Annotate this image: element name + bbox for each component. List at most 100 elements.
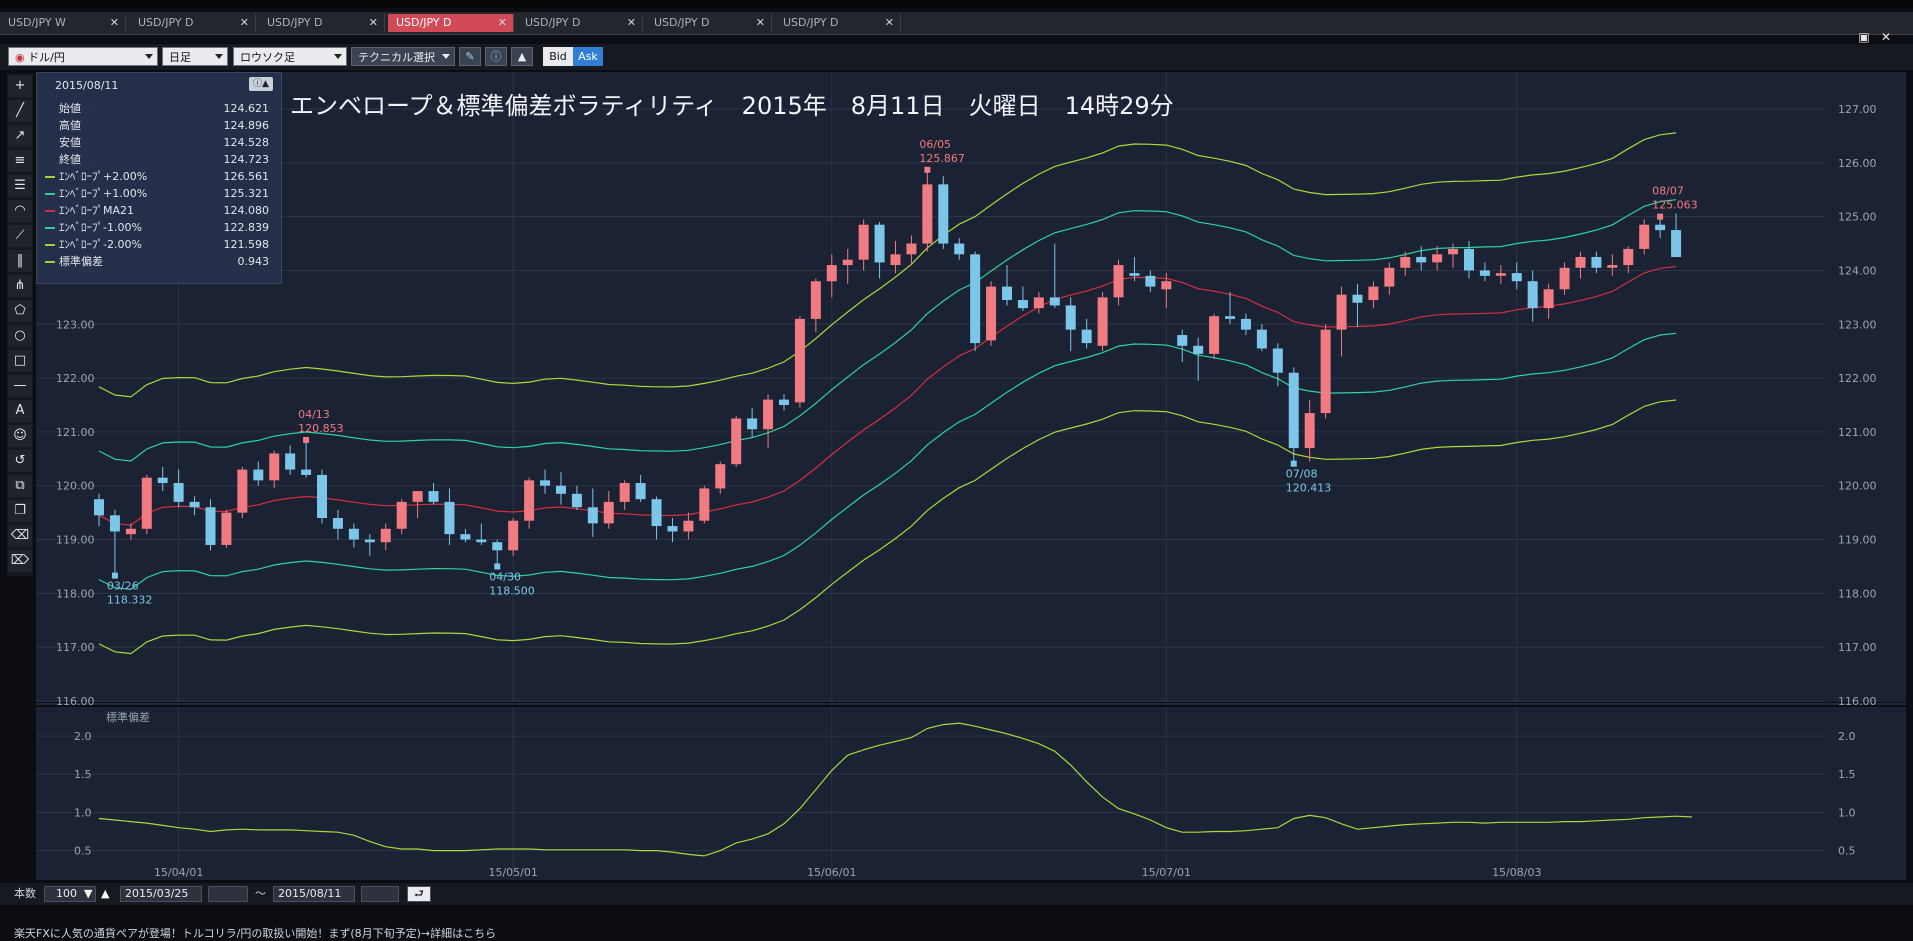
horizontal-line-icon[interactable]: ≡	[8, 150, 32, 172]
candle-body	[1655, 224, 1666, 231]
price-axis-label-right: 119.00	[1838, 534, 1877, 547]
candle-body	[635, 483, 646, 500]
pentagon-icon[interactable]: ⬠	[8, 300, 32, 322]
low-marker	[494, 563, 501, 570]
candle-body	[1559, 267, 1570, 290]
text-icon[interactable]: A	[8, 400, 32, 422]
candle-body	[1256, 329, 1267, 349]
close-icon[interactable]: ✕	[110, 14, 119, 32]
bid-button[interactable]: Bid	[543, 47, 573, 66]
candle-body	[1352, 294, 1363, 303]
legend-swatch	[45, 159, 55, 161]
annotation-value: 120.853	[298, 422, 344, 435]
legend-swatch	[45, 176, 55, 178]
news-ticker[interactable]: 楽天FXに人気の通貨ペアが登場！トルコリラ/円の取扱い開始！まず(8月下旬予定)…	[0, 926, 1913, 941]
candle-body	[1575, 257, 1586, 268]
candle-body	[986, 286, 997, 341]
to-date-field[interactable]: 2015/08/11	[273, 886, 355, 902]
chart-type-select[interactable]: ロウソク足	[233, 47, 347, 66]
stddev-panel-bg	[36, 707, 1906, 880]
undo-icon[interactable]: ↺	[8, 450, 32, 472]
tab-usdjpy-d[interactable]: USD/JPY D ✕	[259, 14, 385, 32]
tab-usdjpy-d-active[interactable]: USD/JPY D ✕	[388, 14, 514, 32]
circle-icon[interactable]: ○	[8, 325, 32, 347]
close-icon[interactable]: ✕	[885, 14, 894, 32]
vertical-lines-icon[interactable]: ‖	[8, 250, 32, 272]
ask-button[interactable]: Ask	[573, 47, 603, 66]
info-collapse-icon[interactable]: ⓘ▲	[249, 77, 273, 91]
currency-pair-select[interactable]: ◉ ドル/円	[8, 47, 158, 66]
candle-body	[571, 493, 582, 508]
count-value: 100	[56, 887, 77, 900]
price-axis-label-right: 124.00	[1838, 264, 1877, 277]
candle-body	[1225, 316, 1236, 319]
line-icon[interactable]: —	[8, 375, 32, 397]
from-date-field[interactable]: 2015/03/25	[120, 886, 202, 902]
tab-usdjpy-d[interactable]: USD/JPY D ✕	[775, 14, 901, 32]
candle-body	[1033, 297, 1044, 309]
legend-label: ｴﾝﾍﾞﾛｰﾌﾟ+1.00%	[59, 187, 148, 200]
legend-row-envelope-minus2: ｴﾝﾍﾞﾛｰﾌﾟ-2.00% 121.598	[45, 237, 273, 253]
to-time-field[interactable]	[361, 886, 399, 902]
channel-icon[interactable]: ☰	[8, 175, 32, 197]
annotation-date: 03/26	[107, 580, 139, 593]
copy-icon[interactable]: ⧉	[8, 475, 32, 497]
close-icon[interactable]: ✕	[240, 14, 249, 32]
chevron-down-icon[interactable]: ▼	[84, 886, 92, 902]
chevron-up-icon[interactable]: ▲	[101, 886, 109, 902]
fan-icon[interactable]: ⟋	[8, 225, 32, 247]
pitchfork-icon[interactable]: ⋔	[8, 275, 32, 297]
stddev-axis-label-left: 2.0	[74, 730, 92, 743]
chart-area[interactable]: 116.00 116.00 117.00 117.00 118.00 118.00 119.…	[36, 72, 1906, 880]
fibonacci-icon[interactable]: ◠	[8, 200, 32, 222]
candle-body	[1320, 329, 1331, 414]
candle-body	[412, 491, 423, 502]
stamp-icon[interactable]: ☺	[8, 425, 32, 447]
maximize-icon[interactable]: ▣	[1855, 29, 1873, 45]
candle-body	[1463, 248, 1474, 271]
candle-body	[683, 520, 694, 532]
rectangle-icon[interactable]: □	[8, 350, 32, 372]
price-axis-label-left: 121.00	[56, 426, 95, 439]
candle-body	[173, 483, 184, 502]
close-icon[interactable]: ✕	[627, 14, 636, 32]
legend-value: 124.896	[223, 119, 270, 132]
candle-body	[587, 507, 598, 524]
stddev-axis-label-right: 1.0	[1838, 806, 1856, 819]
price-axis-label-left: 122.00	[56, 372, 95, 385]
pen-button[interactable]: ✎	[459, 47, 481, 66]
window-controls: ▣ ✕	[1851, 26, 1899, 44]
time-axis-label: 15/04/01	[154, 866, 203, 879]
close-icon[interactable]: ✕	[369, 14, 378, 32]
crosshair-icon[interactable]: +	[8, 75, 32, 97]
area-chart-button[interactable]: ▲	[511, 47, 533, 66]
candle-body	[763, 399, 774, 430]
close-icon[interactable]: ✕	[498, 14, 507, 32]
legend-swatch	[45, 142, 55, 144]
trendline-icon[interactable]: ╱	[8, 100, 32, 122]
eraser-icon[interactable]: ⌫	[8, 525, 32, 547]
technical-select[interactable]: テクニカル選択	[351, 47, 455, 66]
candle-body	[1304, 413, 1315, 449]
tab-usdjpy-d[interactable]: USD/JPY D ✕	[130, 14, 256, 32]
tab-usdjpy-d[interactable]: USD/JPY D ✕	[646, 14, 772, 32]
legend-value: 126.561	[223, 170, 270, 183]
layers-icon[interactable]: ❐	[8, 500, 32, 522]
tab-usdjpy-d[interactable]: USD/JPY D ✕	[517, 14, 643, 32]
eraser-all-icon[interactable]: ⌦	[8, 550, 32, 572]
apply-button[interactable]: ⮐	[407, 886, 431, 902]
low-marker	[1290, 460, 1297, 467]
info-button[interactable]: ⓘ	[485, 47, 507, 66]
close-icon[interactable]: ✕	[1877, 29, 1895, 45]
close-icon[interactable]: ✕	[756, 14, 765, 32]
ray-icon[interactable]: ↗	[8, 125, 32, 147]
legend-swatch	[45, 244, 55, 246]
from-time-field[interactable]	[208, 886, 248, 902]
tab-label: USD/JPY W	[8, 16, 66, 29]
period-select[interactable]: 日足	[162, 47, 228, 66]
tab-usdjpy-w[interactable]: USD/JPY W ✕	[0, 14, 126, 32]
candle-body	[874, 224, 885, 263]
candle-body	[1288, 372, 1299, 449]
stddev-axis-label-right: 2.0	[1838, 730, 1856, 743]
time-axis-label: 15/08/03	[1492, 866, 1541, 879]
